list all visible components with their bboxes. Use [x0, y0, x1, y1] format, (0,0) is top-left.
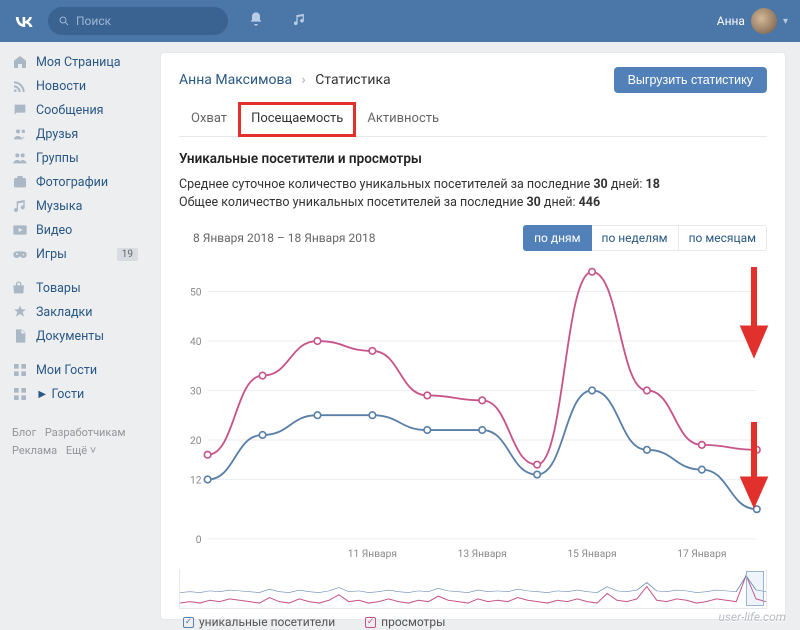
overview-selection[interactable] — [746, 571, 764, 606]
gran-week[interactable]: по неделям — [592, 225, 679, 251]
sidebar-item-grid[interactable]: ► Гости — [4, 382, 146, 406]
search-icon — [58, 15, 70, 27]
footer-blog[interactable]: Блог — [12, 426, 36, 439]
chart-legend: ✓ уникальные посетители ✓ просмотры — [179, 609, 767, 629]
sidebar-item-grid[interactable]: Мои Гости — [4, 358, 146, 382]
svg-text:17 Января: 17 Января — [677, 549, 726, 560]
sidebar-item-label: ► Гости — [36, 387, 84, 402]
sidebar-item-home[interactable]: Моя Страница — [4, 50, 146, 74]
sidebar-item-label: Друзья — [36, 127, 78, 142]
sidebar-item-label: Моя Страница — [36, 55, 121, 70]
photos-icon — [12, 174, 28, 190]
sidebar-item-label: Фотографии — [36, 175, 108, 190]
sidebar-item-goods[interactable]: Товары — [4, 276, 146, 300]
sidebar-item-video[interactable]: Видео — [4, 218, 146, 242]
breadcrumb-user[interactable]: Анна Максимова — [179, 72, 292, 88]
sidebar-item-label: Новости — [36, 79, 86, 94]
docs-icon — [12, 328, 28, 344]
footer-dev[interactable]: Разработчикам — [45, 426, 126, 439]
feed-icon — [12, 78, 28, 94]
sidebar-item-msg[interactable]: Сообщения — [4, 98, 146, 122]
bell-icon[interactable] — [248, 11, 264, 31]
chart-area: 0 12 20 30 40 50 11 Января 13 Января 15 Января 17… — [179, 255, 767, 569]
sidebar-item-photos[interactable]: Фотографии — [4, 170, 146, 194]
svg-text:30: 30 — [190, 387, 202, 398]
svg-text:15 Января: 15 Января — [567, 549, 616, 560]
svg-text:12: 12 — [190, 476, 202, 487]
legend-views[interactable]: ✓ просмотры — [365, 615, 445, 629]
stats-card: Анна Максимова › Статистика Выгрузить ст… — [160, 52, 786, 620]
svg-text:20: 20 — [190, 436, 202, 447]
tab-activity[interactable]: Активность — [355, 103, 451, 136]
legend-visitors[interactable]: ✓ уникальные посетители — [183, 615, 335, 629]
svg-text:40: 40 — [190, 337, 202, 348]
avatar — [751, 8, 777, 34]
search-input[interactable]: Поиск — [48, 7, 228, 35]
music-icon — [12, 198, 28, 214]
sidebar-item-label: Видео — [36, 223, 72, 238]
sidebar-item-games[interactable]: Игры 19 — [4, 242, 146, 266]
breadcrumb: Анна Максимова › Статистика — [179, 72, 391, 88]
sidebar-badge: 19 — [117, 248, 138, 261]
section-title: Уникальные посетители и просмотры — [179, 151, 767, 167]
sidebar-item-music[interactable]: Музыка — [4, 194, 146, 218]
sidebar-item-label: Документы — [36, 329, 104, 344]
sidebar-item-label: Игры — [36, 247, 67, 262]
msg-icon — [12, 102, 28, 118]
video-icon — [12, 222, 28, 238]
stat-line-avg: Среднее суточное количество уникальных п… — [179, 177, 767, 192]
date-range: 8 Января 2018 – 18 Января 2018 — [179, 231, 375, 245]
sidebar-item-label: Товары — [36, 281, 81, 296]
sidebar: Моя Страница Новости Сообщения Друзья Группы… — [0, 42, 150, 630]
tab-reach[interactable]: Охват — [179, 103, 239, 136]
export-button[interactable]: Выгрузить статистику — [614, 67, 767, 93]
sidebar-item-bookmarks[interactable]: Закладки — [4, 300, 146, 324]
content-area: Анна Максимова › Статистика Выгрузить ст… — [150, 42, 800, 630]
vk-logo[interactable] — [12, 9, 36, 33]
music-icon[interactable] — [292, 12, 307, 31]
sidebar-item-label: Музыка — [36, 199, 82, 214]
header-user[interactable]: Анна ▾ — [717, 8, 788, 34]
gran-day[interactable]: по дням — [523, 225, 591, 251]
sidebar-item-label: Группы — [36, 151, 79, 166]
sidebar-item-label: Мои Гости — [36, 363, 97, 378]
gran-month[interactable]: по месяцам — [679, 225, 767, 251]
sidebar-item-groups[interactable]: Группы — [4, 146, 146, 170]
sidebar-item-label: Сообщения — [36, 103, 104, 118]
overview-chart[interactable] — [179, 569, 767, 609]
search-placeholder: Поиск — [76, 14, 111, 28]
breadcrumb-page: Статистика — [315, 72, 390, 88]
grid-icon — [12, 386, 28, 402]
granularity-switch: по дням по неделям по месяцам — [523, 225, 767, 251]
friends-icon — [12, 126, 28, 142]
bookmarks-icon — [12, 304, 28, 320]
watermark: user-life.com — [719, 610, 787, 624]
groups-icon — [12, 150, 28, 166]
main-chart[interactable]: 0 12 20 30 40 50 11 Января 13 Января 15 Января 17… — [179, 255, 767, 565]
footer-ads[interactable]: Реклама — [12, 444, 57, 457]
svg-text:11 Января: 11 Января — [348, 549, 397, 560]
home-icon — [12, 54, 28, 70]
username: Анна — [717, 14, 745, 28]
top-header: Поиск Анна ▾ — [0, 0, 800, 42]
grid-icon — [12, 362, 28, 378]
footer-more[interactable]: Ещё ˅ — [66, 444, 96, 457]
annotation-arrow-icon — [737, 420, 771, 514]
chevron-down-icon: ▾ — [783, 16, 788, 27]
sidebar-item-friends[interactable]: Друзья — [4, 122, 146, 146]
sidebar-footer: Блог Разработчикам Реклама Ещё ˅ — [4, 416, 146, 467]
tabs: Охват Посещаемость Активность — [179, 103, 767, 137]
svg-text:0: 0 — [196, 535, 202, 546]
games-icon — [12, 246, 28, 262]
goods-icon — [12, 280, 28, 296]
svg-text:13 Января: 13 Января — [458, 549, 507, 560]
sidebar-item-label: Закладки — [36, 305, 93, 320]
svg-text:50: 50 — [190, 288, 202, 299]
sidebar-item-docs[interactable]: Документы — [4, 324, 146, 348]
stat-line-total: Общее количество уникальных посетителей … — [179, 195, 767, 210]
tab-attendance[interactable]: Посещаемость — [239, 103, 355, 136]
annotation-arrow-icon — [737, 265, 771, 364]
sidebar-item-feed[interactable]: Новости — [4, 74, 146, 98]
